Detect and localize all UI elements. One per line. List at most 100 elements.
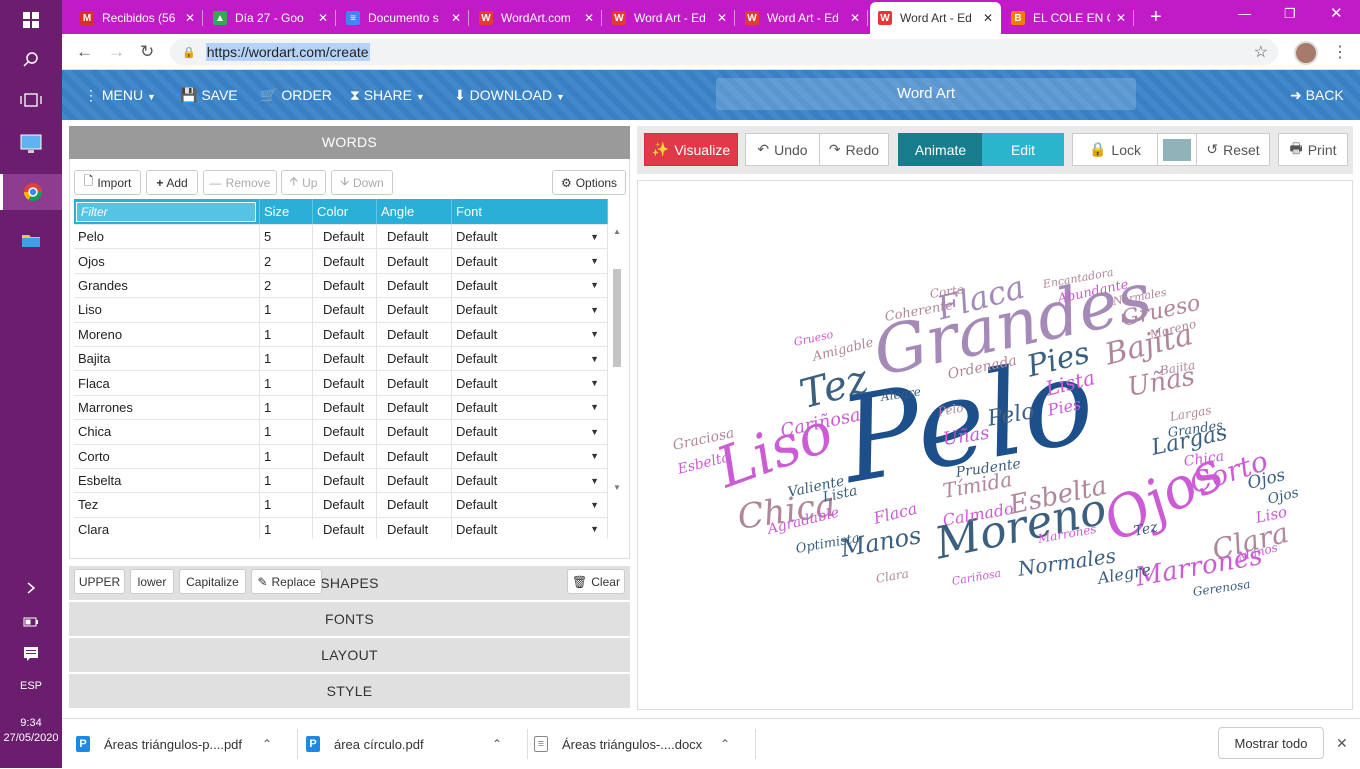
forward-arrow-icon[interactable]: → — [108, 42, 125, 62]
animate-button[interactable]: Animate — [898, 133, 983, 166]
dropdown-caret-icon[interactable]: ▼ — [590, 451, 599, 461]
cell-angle[interactable]: Default — [377, 420, 452, 444]
cell-color[interactable]: Default — [313, 395, 377, 420]
clear-button[interactable]: 🗑 Clear — [567, 569, 625, 594]
cell-angle[interactable]: Default — [377, 225, 452, 249]
table-row[interactable]: Pelo 5 Default Default Default ▼ — [74, 225, 608, 250]
cell-size[interactable]: 1 — [260, 395, 313, 420]
undo-button[interactable]: ↶ Undo — [745, 133, 820, 166]
cell-angle[interactable]: Default — [377, 346, 452, 371]
chevron-right-icon[interactable] — [0, 570, 62, 606]
chevron-up-icon[interactable]: ⌃ — [720, 737, 730, 751]
cell-size[interactable]: 1 — [260, 517, 313, 539]
cell-size[interactable]: 1 — [260, 420, 313, 444]
cell-font[interactable]: Default ▼ — [452, 298, 608, 322]
redo-button[interactable]: ↷ Redo — [819, 133, 889, 166]
cell-angle[interactable]: Default — [377, 517, 452, 539]
back-button[interactable]: ➜ BACK — [1290, 87, 1344, 104]
cell-size[interactable]: 1 — [260, 493, 313, 517]
dropdown-caret-icon[interactable]: ▼ — [590, 476, 599, 486]
dropdown-caret-icon[interactable]: ▼ — [590, 256, 599, 266]
dropdown-caret-icon[interactable]: ▼ — [590, 402, 599, 412]
menu-button[interactable]: ⋮ MENU ▼ — [84, 87, 156, 104]
style-section-header[interactable]: STYLE — [69, 674, 630, 708]
cell-font[interactable]: Default ▼ — [452, 395, 608, 420]
cell-color[interactable]: Default — [313, 517, 377, 539]
profile-avatar[interactable] — [1294, 41, 1318, 65]
cell-color[interactable]: Default — [313, 249, 377, 273]
bookmark-star-icon[interactable]: ☆ — [1254, 42, 1268, 62]
table-scrollbar[interactable]: ▲ ▼ — [611, 227, 623, 562]
browser-tab[interactable]: W Word Art - Ed ✕ — [870, 2, 1001, 34]
close-tab-icon[interactable]: ✕ — [1116, 11, 1126, 25]
browser-tab[interactable]: ▲ Día 27 - Goo ✕ — [205, 2, 336, 34]
browser-tab[interactable]: M Recibidos (56 ✕ — [72, 2, 203, 34]
dropdown-caret-icon[interactable]: ▼ — [590, 232, 599, 242]
file-explorer-icon[interactable] — [0, 222, 62, 258]
task-view-icon[interactable] — [0, 82, 62, 118]
cell-font[interactable]: Default ▼ — [452, 322, 608, 346]
cell-color[interactable]: Default — [313, 371, 377, 395]
move-up-button[interactable]: 🡩 Up — [281, 170, 326, 195]
table-row[interactable]: Clara 1 Default Default Default ▼ — [74, 517, 608, 539]
download-button[interactable]: ⬇ DOWNLOAD ▼ — [454, 87, 565, 104]
cell-size[interactable]: 1 — [260, 444, 313, 468]
notifications-icon[interactable] — [0, 636, 62, 672]
download-item[interactable]: P Áreas triángulos-p....pdf ⌃ — [76, 719, 298, 769]
computer-app-icon[interactable] — [0, 126, 62, 162]
cell-word[interactable]: Esbelta — [74, 468, 260, 493]
cell-size[interactable]: 1 — [260, 468, 313, 493]
cell-angle[interactable]: Default — [377, 395, 452, 420]
save-button[interactable]: 💾 SAVE — [180, 87, 238, 104]
dropdown-caret-icon[interactable]: ▼ — [590, 378, 599, 388]
show-all-downloads-button[interactable]: Mostrar todo — [1218, 727, 1324, 759]
remove-button[interactable]: — Remove — [203, 170, 277, 195]
cell-font[interactable]: Default ▼ — [452, 273, 608, 298]
dropdown-caret-icon[interactable]: ▼ — [590, 500, 599, 510]
word-cloud-canvas[interactable]: Pelo Grandes Ojos Liso Moreno Flaca Bajita Chic… — [637, 180, 1353, 710]
reset-button[interactable]: ↺ Reset — [1196, 133, 1270, 166]
artwork-title-field[interactable]: Word Art — [716, 78, 1136, 110]
cell-color[interactable]: Default — [313, 493, 377, 517]
column-header-size[interactable]: Size — [260, 199, 313, 224]
cell-size[interactable]: 1 — [260, 322, 313, 346]
close-tab-icon[interactable]: ✕ — [850, 11, 860, 25]
chrome-app-icon[interactable] — [0, 174, 62, 210]
add-button[interactable]: + Add — [146, 170, 198, 195]
cell-font[interactable]: Default ▼ — [452, 444, 608, 468]
scroll-up-arrow-icon[interactable]: ▲ — [613, 227, 621, 236]
print-button[interactable]: 🖶 Print — [1278, 133, 1348, 166]
cell-color[interactable]: Default — [313, 322, 377, 346]
dropdown-caret-icon[interactable]: ▼ — [590, 305, 599, 315]
dropdown-caret-icon[interactable]: ▼ — [590, 354, 599, 364]
cell-size[interactable]: 2 — [260, 273, 313, 298]
cell-color[interactable]: Default — [313, 420, 377, 444]
cell-font[interactable]: Default ▼ — [452, 468, 608, 493]
browser-tab[interactable]: W WordArt.com ✕ — [471, 2, 602, 34]
system-clock[interactable]: 9:34 27/05/2020 — [0, 716, 62, 746]
lowercase-button[interactable]: lower — [130, 569, 174, 594]
table-row[interactable]: Tez 1 Default Default Default ▼ — [74, 493, 608, 518]
move-down-button[interactable]: 🡫 Down — [331, 170, 393, 195]
table-row[interactable]: Bajita 1 Default Default Default ▼ — [74, 346, 608, 372]
cell-angle[interactable]: Default — [377, 493, 452, 517]
cell-word[interactable]: Flaca — [74, 371, 260, 395]
close-tab-icon[interactable]: ✕ — [451, 11, 461, 25]
battery-icon[interactable] — [0, 604, 62, 640]
table-row[interactable]: Chica 1 Default Default Default ▼ — [74, 420, 608, 445]
uppercase-button[interactable]: UPPER — [74, 569, 125, 594]
filter-input[interactable]: Filter — [76, 202, 256, 222]
cell-color[interactable]: Default — [313, 225, 377, 249]
cell-word[interactable]: Grandes — [74, 273, 260, 298]
minimize-button[interactable]: — — [1238, 6, 1251, 21]
cell-size[interactable]: 1 — [260, 371, 313, 395]
color-swatch-button[interactable] — [1157, 133, 1197, 166]
cell-word[interactable]: Bajita — [74, 346, 260, 371]
share-button[interactable]: ⧗ SHARE ▼ — [350, 87, 425, 104]
close-window-button[interactable]: ✕ — [1330, 4, 1343, 22]
cell-color[interactable]: Default — [313, 273, 377, 298]
close-tab-icon[interactable]: ✕ — [983, 11, 993, 25]
cell-word[interactable]: Moreno — [74, 322, 260, 346]
close-tab-icon[interactable]: ✕ — [584, 11, 594, 25]
browser-tab[interactable]: B EL COLE EN C ✕ — [1003, 2, 1134, 34]
